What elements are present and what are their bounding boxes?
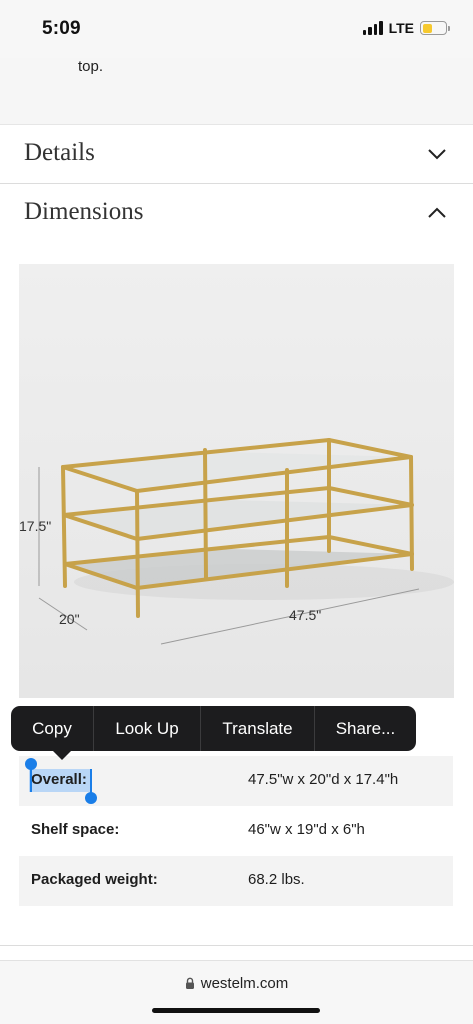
battery-icon <box>420 21 450 35</box>
selection-end-handle[interactable] <box>85 792 97 804</box>
spec-label[interactable]: Overall: <box>31 771 87 788</box>
browser-address-bar[interactable]: westelm.com <box>0 960 473 1024</box>
share-menu-item[interactable]: Share... <box>315 706 416 751</box>
spec-value: 68.2 lbs. <box>248 871 305 888</box>
status-time: 5:09 <box>42 18 81 39</box>
width-dimension-label: 47.5" <box>289 607 321 623</box>
battery-level <box>422 23 433 33</box>
spec-value: 46"w x 19"d x 6"h <box>248 821 365 838</box>
url-text[interactable]: westelm.com <box>201 975 289 992</box>
chevron-down-icon <box>428 149 446 160</box>
spec-row-overall: Overall: 47.5"w x 20"d x 17.4"h <box>19 756 453 806</box>
copy-menu-item[interactable]: Copy <box>11 706 94 751</box>
accordion-details[interactable]: Details <box>0 124 473 184</box>
spec-label: Packaged weight: <box>31 871 158 888</box>
coffee-table-illustration: 17.5" 20" 47.5" <box>19 264 454 698</box>
menu-pointer <box>52 750 72 760</box>
translate-menu-item[interactable]: Translate <box>201 706 315 751</box>
lock-icon <box>185 977 194 989</box>
snippet-text: top. <box>78 58 104 75</box>
spec-value: 47.5"w x 20"d x 17.4"h <box>248 771 399 788</box>
depth-dimension-label: 20" <box>59 611 80 627</box>
height-dimension-label: 17.5" <box>19 518 51 534</box>
signal-icon <box>362 21 383 35</box>
text-selection-menu: Copy Look Up Translate Share... <box>11 706 416 751</box>
accordion-dimensions-title: Dimensions <box>24 198 144 225</box>
spec-label: Shelf space: <box>31 821 120 838</box>
divider <box>0 945 473 946</box>
network-type: LTE <box>388 20 414 36</box>
description-snippet: top. <box>0 58 473 124</box>
spec-row-shelf: Shelf space: 46"w x 19"d x 6"h <box>19 806 453 856</box>
home-indicator[interactable] <box>152 1008 320 1013</box>
accordion-dimensions[interactable]: Dimensions <box>0 184 473 244</box>
product-dimension-image: 17.5" 20" 47.5" <box>19 264 454 698</box>
look-up-menu-item[interactable]: Look Up <box>94 706 201 751</box>
chevron-up-icon <box>428 207 446 218</box>
status-bar: 5:09 LTE <box>0 0 473 58</box>
spec-row-weight: Packaged weight: 68.2 lbs. <box>19 856 453 906</box>
accordion-details-title: Details <box>24 139 95 166</box>
status-indicators: LTE <box>362 20 450 36</box>
